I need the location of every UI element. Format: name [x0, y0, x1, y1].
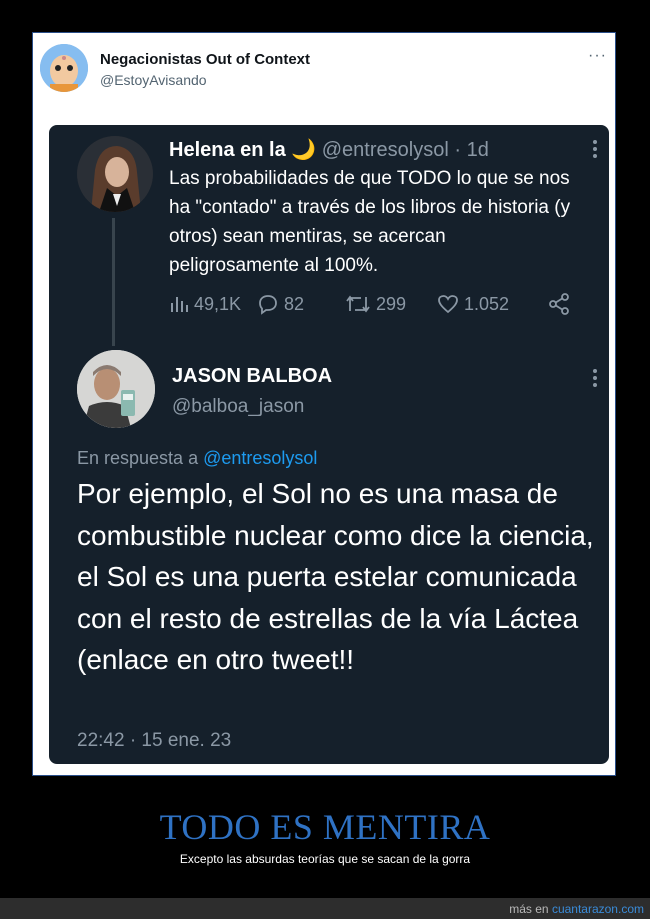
helena-avatar[interactable] [77, 136, 153, 212]
tweet1-header: Helena en la 🌙 @entresolysol · 1d [169, 137, 489, 162]
reply-prefix: En respuesta a [77, 448, 199, 468]
tweet2-timestamp[interactable]: 22:42 · 15 ene. 23 [77, 730, 231, 752]
tweet1-age[interactable]: 1d [467, 139, 489, 161]
reply-stat[interactable]: 82 [257, 289, 304, 319]
tweet1-actions: 49,1K 82 299 1.052 [169, 289, 589, 319]
tweet2-display-name[interactable]: JASON BALBOA [172, 365, 332, 388]
like-count: 1.052 [464, 293, 510, 314]
jason-avatar[interactable] [77, 350, 155, 428]
footer-text: más en cuantarazon.com [509, 902, 644, 916]
reply-context: En respuesta a @entresolysol [77, 448, 317, 469]
outer-display-name[interactable]: Negacionistas Out of Context [100, 51, 310, 68]
thread-connector [112, 218, 115, 346]
tweet1-handle[interactable]: @entresolysol [322, 139, 449, 161]
tweet1-separator: · [454, 139, 462, 161]
retweet-stat[interactable]: 299 [345, 289, 406, 319]
outer-avatar[interactable] [40, 44, 88, 92]
footer-bar: más en cuantarazon.com [0, 898, 650, 919]
avatar-illustration-icon [40, 44, 88, 92]
retweet-count: 299 [376, 293, 407, 314]
views-icon [171, 297, 188, 312]
tweet1-more-icon[interactable] [593, 140, 599, 161]
like-stat[interactable]: 1.052 [437, 289, 509, 319]
outer-handle[interactable]: @EstoyAvisando [100, 72, 207, 88]
tweet2-handle[interactable]: @balboa_jason [172, 396, 304, 418]
retweet-icon [346, 295, 370, 313]
caption-subtitle: Excepto las absurdas teorías que se saca… [179, 852, 471, 866]
screenshot-frame: Negacionistas Out of Context @EstoyAvisa… [32, 32, 616, 776]
footer-site-link[interactable]: cuantarazon.com [552, 902, 644, 916]
reply-count: 82 [284, 293, 305, 314]
share-icon [549, 293, 569, 315]
views-count: 49,1K [194, 293, 242, 314]
views-stat[interactable]: 49,1K [169, 289, 241, 319]
heart-icon [438, 295, 458, 314]
share-button[interactable] [547, 289, 571, 319]
moon-emoji: 🌙 [291, 139, 317, 161]
tweet1-text: Las probabilidades de que TODO lo que se… [169, 168, 571, 276]
reply-mention-link[interactable]: @entresolysol [203, 448, 317, 468]
tweet1-display-name[interactable]: Helena en la [169, 139, 286, 161]
quoted-screenshot-card: Helena en la 🌙 @entresolysol · 1d Las pr… [49, 125, 609, 764]
tweet2-more-icon[interactable] [593, 369, 599, 390]
reply-icon [259, 295, 277, 315]
avatar-photo-icon [77, 350, 155, 428]
footer-prefix: más en [509, 902, 549, 916]
outer-more-icon[interactable]: ··· [588, 47, 607, 65]
caption-title: TODO ES MENTIRA [159, 807, 491, 847]
avatar-photo-icon [77, 136, 153, 212]
tweet2-text: Por ejemplo, el Sol no es una masa de co… [77, 478, 594, 675]
